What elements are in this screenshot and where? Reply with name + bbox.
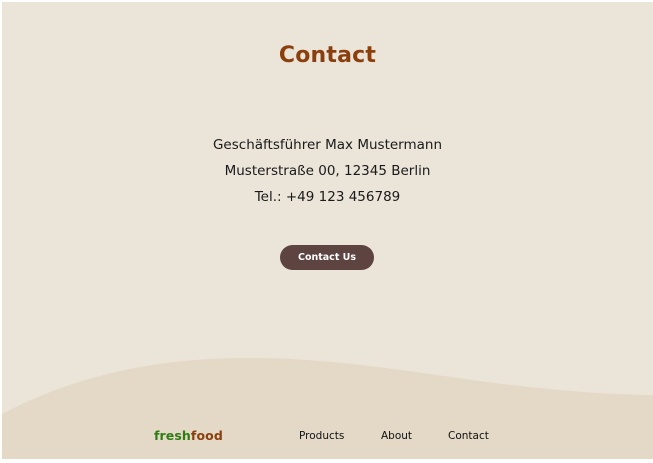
managing-director-line: Geschäftsführer Max Mustermann [212,137,443,153]
page: Contact Geschäftsführer Max Mustermann M… [2,2,653,459]
nav-link-products[interactable]: Products [299,430,344,442]
freshfood-logo[interactable]: freshfood [154,428,223,443]
page-title: Contact [278,43,377,68]
logo-food-text: food [190,428,223,443]
contact-us-button[interactable]: Contact Us [280,245,374,270]
phone-line: Tel.: +49 123 456789 [254,189,401,205]
address-block: Geschäftsführer Max Mustermann Musterstr… [2,132,653,210]
background-wave [2,358,653,459]
nav-link-contact[interactable]: Contact [448,430,489,442]
logo-fresh-text: fresh [154,428,191,443]
nav-link-about[interactable]: About [381,430,412,442]
street-address-line: Musterstraße 00, 12345 Berlin [224,163,431,179]
footer: freshfood Products About Contact [2,424,653,448]
